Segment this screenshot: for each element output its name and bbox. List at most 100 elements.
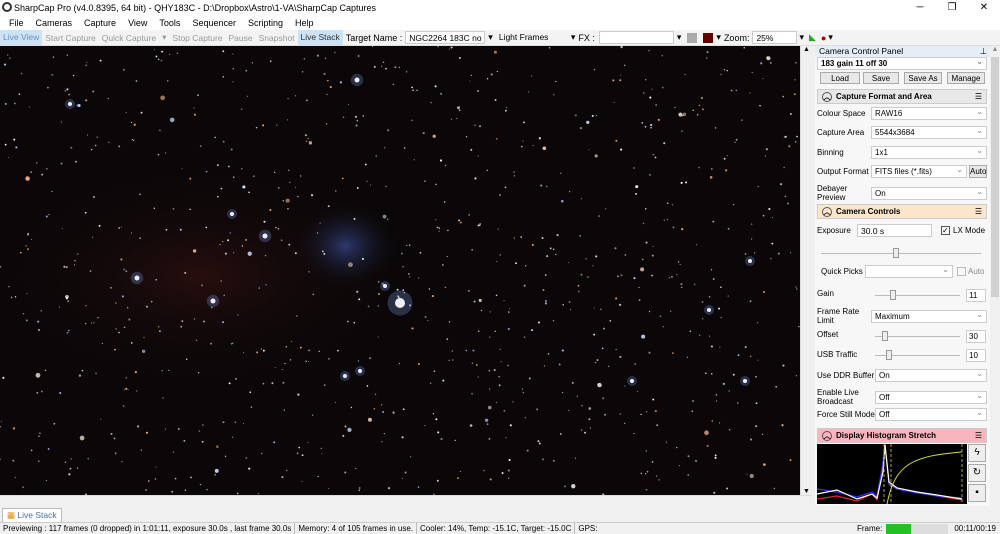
zoom-select[interactable]: 25% xyxy=(752,31,798,44)
frame-rate-limit-select[interactable]: Maximum xyxy=(871,309,987,323)
snapshot-button[interactable]: Snapshot xyxy=(256,33,298,43)
collapse-icon[interactable]: ︿ xyxy=(822,206,832,217)
grey-square-icon[interactable] xyxy=(687,32,698,43)
horizontal-scrollbar[interactable] xyxy=(0,495,812,506)
zoom-label: Zoom: xyxy=(723,32,750,43)
scroll-down-icon[interactable]: ▼ xyxy=(801,488,812,495)
menu-capture[interactable]: Capture xyxy=(78,18,122,28)
star xyxy=(637,390,639,392)
star xyxy=(171,490,174,493)
gain-slider[interactable] xyxy=(875,290,960,300)
menu-tools[interactable]: Tools xyxy=(153,18,186,28)
panel-scroll-thumb[interactable] xyxy=(991,57,999,297)
menu-scripting[interactable]: Scripting xyxy=(242,18,289,28)
menu-icon[interactable]: ☰ xyxy=(975,92,982,101)
tools-dropdown-icon[interactable]: ▾ xyxy=(828,32,833,43)
lx-mode-checkbox[interactable]: ✓ xyxy=(941,226,950,235)
save-icon[interactable]: ▪ xyxy=(968,484,986,502)
star xyxy=(505,109,507,112)
close-button[interactable]: ✕ xyxy=(969,0,999,16)
histogram-icon[interactable]: ◣ xyxy=(806,32,819,43)
quick-capture-button[interactable]: Quick Capture xyxy=(99,33,159,43)
frame-type-dropdown-icon[interactable]: ▾ xyxy=(485,32,496,43)
save-button[interactable]: Save xyxy=(863,72,899,84)
star xyxy=(122,405,125,407)
exposure-input[interactable]: 30.0 s xyxy=(857,224,932,237)
force-still-mode-select[interactable]: Off xyxy=(875,407,987,421)
tools-icon[interactable]: ● xyxy=(819,33,828,43)
live-broadcast-select[interactable]: Off xyxy=(875,390,987,404)
capture-format-header[interactable]: ︿ Capture Format and Area ☰ xyxy=(817,89,987,104)
red-reticle-icon[interactable] xyxy=(703,32,714,43)
exposure-slider[interactable] xyxy=(821,248,981,258)
star xyxy=(558,363,561,366)
ddr-buffer-select[interactable]: On xyxy=(875,368,987,382)
auto-checkbox[interactable] xyxy=(957,267,966,276)
fx-select[interactable] xyxy=(598,31,674,44)
star xyxy=(381,441,383,443)
star xyxy=(649,96,652,99)
auto-format-button[interactable]: Auto xyxy=(969,165,987,178)
capture-area-select[interactable]: 5544x3684 xyxy=(871,125,987,139)
star xyxy=(346,320,349,323)
gain-input[interactable]: 11 xyxy=(966,289,986,302)
live-view-button[interactable]: Live View xyxy=(0,30,43,45)
maximize-button[interactable]: ❐ xyxy=(937,0,967,16)
reset-icon[interactable]: ↻ xyxy=(968,464,986,482)
star xyxy=(469,424,473,427)
vertical-scrollbar[interactable]: ▲ ▼ xyxy=(800,46,812,495)
profile-select[interactable]: 183 gain 11 off 30 xyxy=(817,56,987,70)
star xyxy=(552,459,555,462)
star xyxy=(526,449,529,452)
frame-type-select[interactable]: Light Frames xyxy=(496,31,568,44)
star xyxy=(398,66,401,69)
binning-select[interactable]: 1x1 xyxy=(871,145,987,159)
menu-icon[interactable]: ☰ xyxy=(975,431,982,440)
star xyxy=(541,458,544,461)
stop-capture-button[interactable]: Stop Capture xyxy=(169,33,225,43)
star xyxy=(790,113,792,115)
zoom-dropdown-icon[interactable]: ▾ xyxy=(797,32,806,43)
load-button[interactable]: Load xyxy=(820,72,860,84)
usb-traffic-slider[interactable] xyxy=(875,350,960,360)
star xyxy=(547,352,550,355)
panel-scrollbar[interactable]: ▲ xyxy=(990,46,1000,506)
star xyxy=(26,293,28,295)
debayer-preview-select[interactable]: On xyxy=(871,186,987,200)
auto-stretch-icon[interactable]: ϟ xyxy=(968,444,986,462)
menu-help[interactable]: Help xyxy=(289,18,320,28)
scroll-up-icon[interactable]: ▲ xyxy=(801,46,812,53)
menu-sequencer[interactable]: Sequencer xyxy=(186,18,242,28)
usb-traffic-input[interactable]: 10 xyxy=(966,349,986,362)
start-capture-button[interactable]: Start Capture xyxy=(42,33,99,43)
colour-space-select[interactable]: RAW16 xyxy=(871,106,987,120)
pause-button[interactable]: Pause xyxy=(226,33,256,43)
collapse-icon[interactable]: ︿ xyxy=(822,91,832,102)
fx-dropdown-icon[interactable]: ▾ xyxy=(674,32,685,43)
menu-cameras[interactable]: Cameras xyxy=(30,18,79,28)
quick-capture-dropdown-icon[interactable]: ▾ xyxy=(159,32,169,43)
star xyxy=(245,456,248,459)
collapse-icon[interactable]: ︿ xyxy=(822,430,832,441)
star xyxy=(262,349,265,352)
menu-view[interactable]: View xyxy=(122,18,153,28)
star xyxy=(651,88,653,90)
histogram-chart[interactable] xyxy=(817,444,967,504)
offset-input[interactable]: 30 xyxy=(966,330,986,343)
offset-slider[interactable] xyxy=(875,331,960,341)
histogram-header[interactable]: ︿ Display Histogram Stretch ☰ xyxy=(817,428,987,443)
menu-file[interactable]: File xyxy=(3,18,30,28)
save-as-button[interactable]: Save As ... xyxy=(904,72,942,94)
quick-picks-select[interactable] xyxy=(865,264,953,278)
menu-icon[interactable]: ☰ xyxy=(975,207,982,216)
live-stack-button[interactable]: Live Stack xyxy=(297,30,343,45)
star xyxy=(596,114,598,117)
manage-button[interactable]: Manage ... xyxy=(947,72,985,94)
minimize-button[interactable]: ─ xyxy=(905,0,935,16)
camera-controls-header[interactable]: ︿ Camera Controls ☰ xyxy=(817,204,987,219)
output-format-select[interactable]: FITS files (*.fits) xyxy=(871,164,967,178)
target-name-input[interactable]: NGC2264 183C no xyxy=(405,31,486,44)
image-viewer[interactable] xyxy=(0,46,800,495)
live-stack-tab[interactable]: ▦ Live Stack xyxy=(2,508,62,522)
star xyxy=(465,349,468,352)
